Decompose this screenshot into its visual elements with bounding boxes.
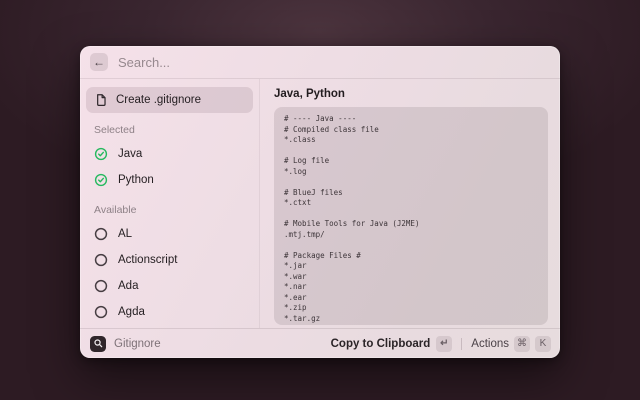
section-label: Selected (94, 123, 245, 137)
preview-title: Java, Python (274, 88, 548, 100)
actions-label: Actions (471, 338, 509, 350)
document-icon (94, 93, 108, 107)
check-circle-icon (94, 147, 108, 161)
preview-pane: Java, Python # ---- Java ---- # Compiled… (260, 79, 560, 328)
circle-icon (94, 227, 108, 241)
language-label: AL (118, 228, 132, 240)
language-label: Python (118, 174, 154, 186)
sidebar-item-java[interactable]: Java (86, 141, 253, 167)
back-button[interactable]: ← (90, 53, 108, 71)
sidebar-item-al[interactable]: AL (86, 221, 253, 247)
language-label: Agda (118, 306, 145, 318)
actions-button[interactable]: Actions ⌘ K (471, 336, 551, 352)
gitignore-code-block[interactable]: # ---- Java ---- # Compiled class file *… (274, 107, 548, 325)
sidebar-item-create-gitignore[interactable]: Create .gitignore (86, 87, 253, 113)
circle-icon (94, 253, 108, 267)
magnifier-icon (93, 338, 104, 349)
return-key-badge: ↵ (436, 336, 452, 352)
statusbar-divider (461, 338, 462, 350)
section-label: Available (94, 203, 245, 217)
k-key-badge: K (535, 336, 551, 352)
sidebar-item-ada[interactable]: Ada (86, 273, 253, 299)
sidebar[interactable]: Create .gitignore Selected Java Python Av… (80, 79, 260, 328)
sidebar-item-python[interactable]: Python (86, 167, 253, 193)
copy-to-clipboard-button[interactable]: Copy to Clipboard ↵ (331, 336, 453, 352)
circle-icon (94, 279, 108, 293)
gitignore-code-text: # ---- Java ---- # Compiled class file *… (284, 114, 538, 325)
language-label: Ada (118, 280, 138, 292)
search-bar: ← Search... (80, 46, 560, 79)
launcher-window: ← Search... Create .gitignore Selected J… (80, 46, 560, 358)
status-bar: Gitignore Copy to Clipboard ↵ Actions ⌘ … (80, 328, 560, 358)
sidebar-item-label: Create .gitignore (116, 94, 201, 106)
arrow-left-icon: ← (93, 55, 105, 69)
check-circle-icon (94, 173, 108, 187)
sidebar-sections: Selected Java Python Available AL Actions… (86, 123, 253, 328)
language-label: Actionscript (118, 254, 177, 266)
language-label: Java (118, 148, 142, 160)
extension-name: Gitignore (114, 338, 161, 350)
sidebar-item-actionscript[interactable]: Actionscript (86, 247, 253, 273)
circle-icon (94, 305, 108, 319)
copy-to-clipboard-label: Copy to Clipboard (331, 338, 431, 350)
main-area: Create .gitignore Selected Java Python Av… (80, 79, 560, 328)
search-input[interactable]: Search... (118, 55, 170, 70)
command-key-badge: ⌘ (514, 336, 530, 352)
gitignore-app-icon (90, 336, 106, 352)
sidebar-item-agda[interactable]: Agda (86, 299, 253, 325)
